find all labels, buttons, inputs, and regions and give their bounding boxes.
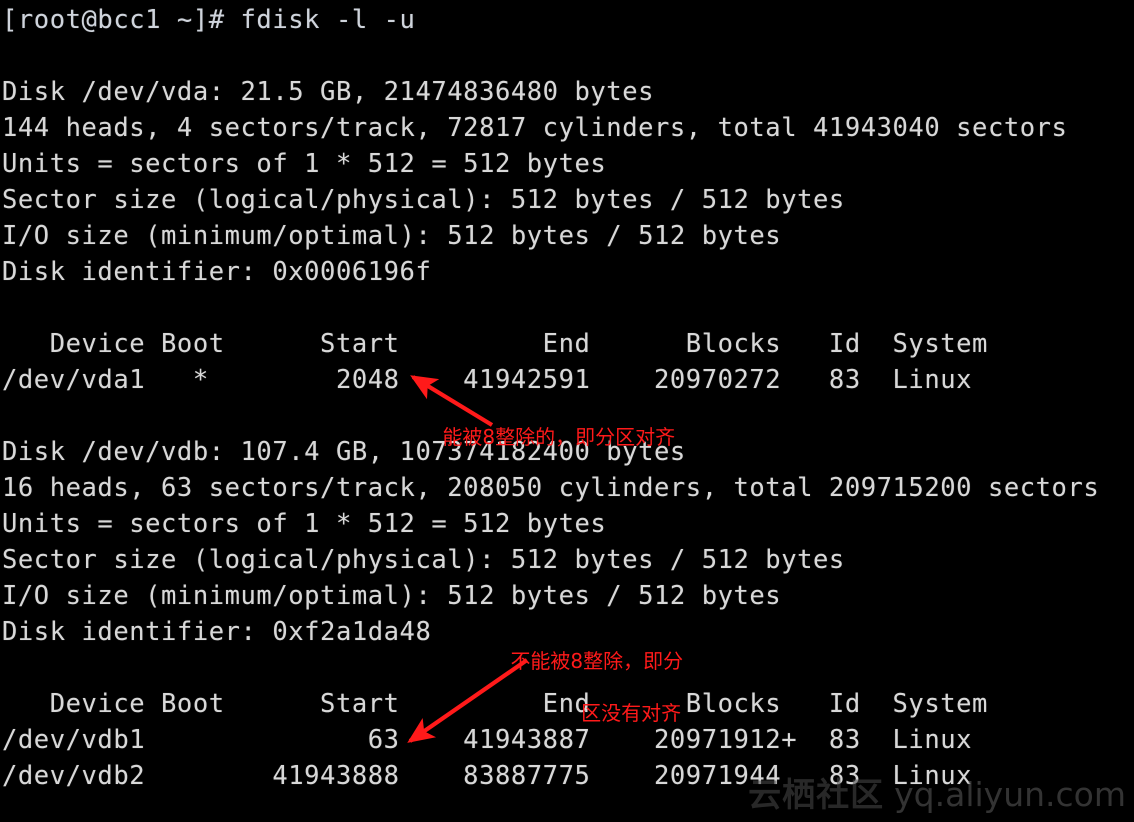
terminal-line: Disk identifier: 0xf2a1da48 [2, 614, 431, 650]
annotation-unaligned-line2: 区没有对齐 [485, 700, 683, 726]
terminal-line: Units = sectors of 1 * 512 = 512 bytes [2, 146, 606, 182]
annotation-unaligned: 不能被8整除，即分 区没有对齐 [485, 622, 683, 778]
terminal-line: Sector size (logical/physical): 512 byte… [2, 542, 845, 578]
terminal-line: Sector size (logical/physical): 512 byte… [2, 182, 845, 218]
terminal-line: /dev/vda1 * 2048 41942591 20970272 83 Li… [2, 362, 972, 398]
annotation-aligned-text: 能被8整除的，即分区对齐 [442, 425, 675, 449]
terminal-line: Disk identifier: 0x0006196f [2, 254, 431, 290]
terminal-line: 144 heads, 4 sectors/track, 72817 cylind… [2, 110, 1067, 146]
terminal-line: Units = sectors of 1 * 512 = 512 bytes [2, 506, 606, 542]
terminal-line: I/O size (minimum/optimal): 512 bytes / … [2, 578, 781, 614]
terminal-screen: [root@bcc1 ~]# fdisk -l -u Disk /dev/vda:… [0, 0, 1134, 822]
terminal-prompt-line: [root@bcc1 ~]# fdisk -l -u [2, 2, 415, 38]
terminal-line: I/O size (minimum/optimal): 512 bytes / … [2, 218, 781, 254]
annotation-aligned: 能被8整除的，即分区对齐 [417, 398, 675, 476]
annotation-unaligned-line1: 不能被8整除，即分 [510, 649, 683, 673]
terminal-line: Disk /dev/vda: 21.5 GB, 21474836480 byte… [2, 74, 654, 110]
terminal-line: Device Boot Start End Blocks Id System [2, 326, 988, 362]
